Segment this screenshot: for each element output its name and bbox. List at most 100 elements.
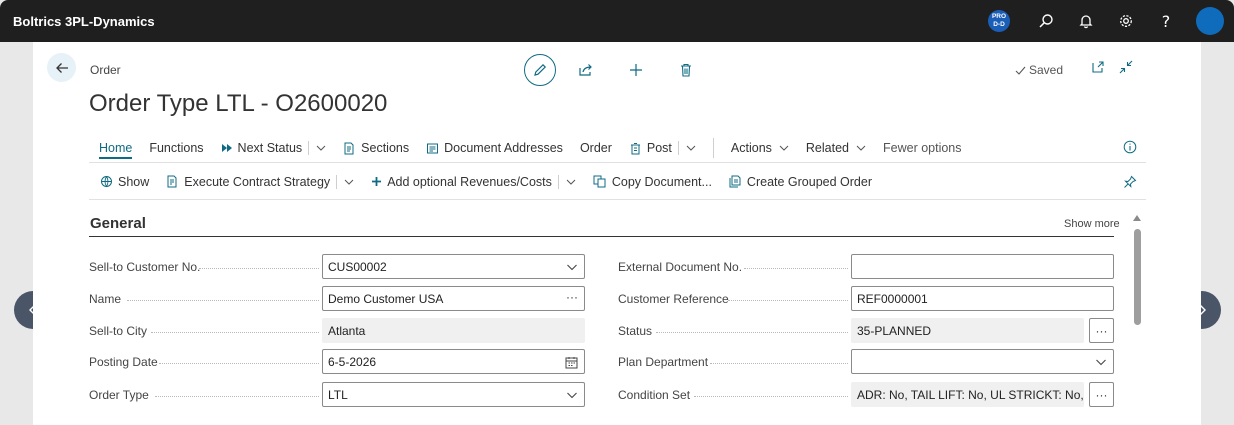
order-type-dropdown[interactable]: LTL — [322, 382, 585, 407]
field-value: 6-5-2026 — [328, 354, 377, 369]
chevron-down-icon — [856, 143, 866, 153]
add-optional-revenues-costs-label: Add optional Revenues/Costs — [387, 174, 559, 189]
chevron-down-icon[interactable] — [686, 143, 696, 153]
user-avatar[interactable] — [1196, 7, 1224, 35]
collapse-icon[interactable] — [1119, 60, 1133, 74]
field-label: Customer Reference — [618, 291, 729, 306]
bell-icon[interactable] — [1074, 9, 1098, 33]
breadcrumb: Order — [90, 63, 121, 77]
chevron-down-icon[interactable] — [344, 177, 354, 187]
tab-home[interactable]: Home — [89, 138, 133, 159]
new-button[interactable] — [622, 56, 650, 84]
actions-label: Actions — [730, 141, 772, 155]
document-addresses-button[interactable]: Document Addresses — [426, 141, 563, 155]
order-menu[interactable]: Order — [580, 141, 612, 155]
leader-dots — [656, 332, 848, 333]
leader-dots — [159, 363, 319, 364]
env-badge-line1: PRO — [991, 13, 1007, 20]
related-label: Related — [805, 141, 849, 155]
action-bar-secondary: Show Execute Contract Strategy Add optio… — [89, 164, 1146, 200]
show-more-link[interactable]: Show more — [1064, 218, 1120, 230]
chevron-down-icon[interactable] — [316, 143, 326, 153]
create-grouped-order-button[interactable]: Create Grouped Order — [729, 175, 872, 189]
order-card: Order Order Type LTL - O2600020 Saved Ho… — [33, 42, 1201, 425]
sections-label: Sections — [361, 141, 410, 155]
search-icon[interactable] — [1034, 9, 1058, 33]
external-document-no-input[interactable] — [851, 254, 1114, 279]
field-sell-to-customer-no: Sell-to Customer No. CUS00002 — [89, 254, 585, 279]
copy-document-label: Copy Document... — [611, 174, 712, 189]
section-divider — [89, 236, 1114, 237]
field-external-document-no: External Document No. — [618, 254, 1114, 279]
app-bar-actions: PRO D-D ? — [988, 0, 1224, 42]
customer-reference-input[interactable]: REF0000001 — [851, 286, 1114, 311]
lookup-ellipsis-icon[interactable]: ··· — [566, 290, 578, 304]
sell-to-customer-no-dropdown[interactable]: CUS00002 — [322, 254, 585, 279]
checkmark-icon — [1015, 66, 1026, 75]
leader-dots — [155, 396, 319, 397]
address-book-icon — [426, 142, 439, 155]
gear-icon[interactable] — [1114, 9, 1138, 33]
related-menu[interactable]: Related — [806, 141, 866, 155]
sections-menu[interactable]: Sections — [343, 141, 409, 155]
field-customer-reference: Customer Reference REF0000001 — [618, 286, 1114, 311]
chevron-down-icon — [566, 389, 578, 401]
pencil-icon — [534, 63, 547, 76]
chevron-down-icon — [1095, 356, 1107, 368]
field-label: Posting Date — [89, 354, 158, 369]
field-label: Condition Set — [618, 387, 691, 402]
section-title-general[interactable]: General — [90, 215, 146, 232]
field-label: Sell-to City — [89, 323, 148, 338]
name-input[interactable]: Demo Customer USA ··· — [322, 286, 585, 311]
field-sell-to-city: Sell-to City Atlanta — [89, 318, 585, 343]
show-button[interactable]: Show — [100, 175, 149, 189]
scroll-up-icon[interactable] — [1133, 214, 1141, 222]
status-more-button[interactable]: ··· — [1089, 318, 1114, 343]
fewer-options-button[interactable]: Fewer options — [883, 141, 962, 155]
edit-button[interactable] — [524, 54, 556, 86]
plan-department-dropdown[interactable] — [851, 349, 1114, 374]
condition-set-more-button[interactable]: ··· — [1089, 382, 1114, 407]
page-toolbar — [524, 54, 722, 86]
next-status-button[interactable]: Next Status — [221, 141, 327, 155]
execute-contract-strategy-button[interactable]: Execute Contract Strategy — [166, 174, 354, 189]
share-button[interactable] — [572, 56, 600, 84]
condition-set-value: ADR: No, TAIL LIFT: No, UL STRICKT: No, … — [851, 382, 1084, 407]
tab-home-label: Home — [99, 138, 133, 159]
field-value: 35-PLANNED — [857, 323, 932, 338]
field-posting-date: Posting Date 6-5-2026 — [89, 349, 585, 374]
leader-dots — [127, 300, 319, 301]
app-brand[interactable]: Boltrics 3PL-Dynamics — [13, 14, 155, 29]
pin-icon[interactable] — [1123, 175, 1137, 189]
info-icon[interactable] — [1123, 140, 1137, 154]
calendar-icon[interactable] — [565, 356, 578, 369]
create-grouped-order-label: Create Grouped Order — [746, 174, 872, 189]
leader-dots — [199, 268, 319, 269]
delete-button[interactable] — [672, 56, 700, 84]
chevron-down-icon[interactable] — [566, 177, 576, 187]
leader-dots — [744, 268, 848, 269]
back-button[interactable] — [47, 53, 76, 82]
execute-contract-strategy-label: Execute Contract Strategy — [184, 174, 338, 189]
field-condition-set: Condition Set ADR: No, TAIL LIFT: No, UL… — [618, 382, 1114, 407]
field-label: Name — [89, 291, 122, 306]
environment-badge[interactable]: PRO D-D — [988, 10, 1010, 32]
trash-icon — [681, 63, 691, 77]
posting-date-input[interactable]: 6-5-2026 — [322, 349, 585, 374]
post-button[interactable]: Post — [629, 141, 696, 155]
add-optional-revenues-costs-button[interactable]: Add optional Revenues/Costs — [371, 174, 576, 189]
field-plan-department: Plan Department — [618, 349, 1114, 374]
scrollbar-thumb[interactable] — [1134, 229, 1141, 325]
share-icon — [579, 64, 592, 76]
functions-menu[interactable]: Functions — [149, 141, 203, 155]
field-value: LTL — [328, 387, 348, 402]
open-new-window-icon[interactable] — [1091, 60, 1105, 74]
chevron-down-icon — [779, 143, 789, 153]
help-icon[interactable]: ? — [1154, 9, 1178, 33]
next-status-label: Next Status — [238, 141, 310, 155]
env-badge-line2: D-D — [993, 21, 1005, 28]
divider — [712, 138, 714, 158]
copy-document-button[interactable]: Copy Document... — [593, 175, 712, 189]
actions-menu[interactable]: Actions — [731, 141, 789, 155]
order-label: Order — [579, 141, 612, 155]
